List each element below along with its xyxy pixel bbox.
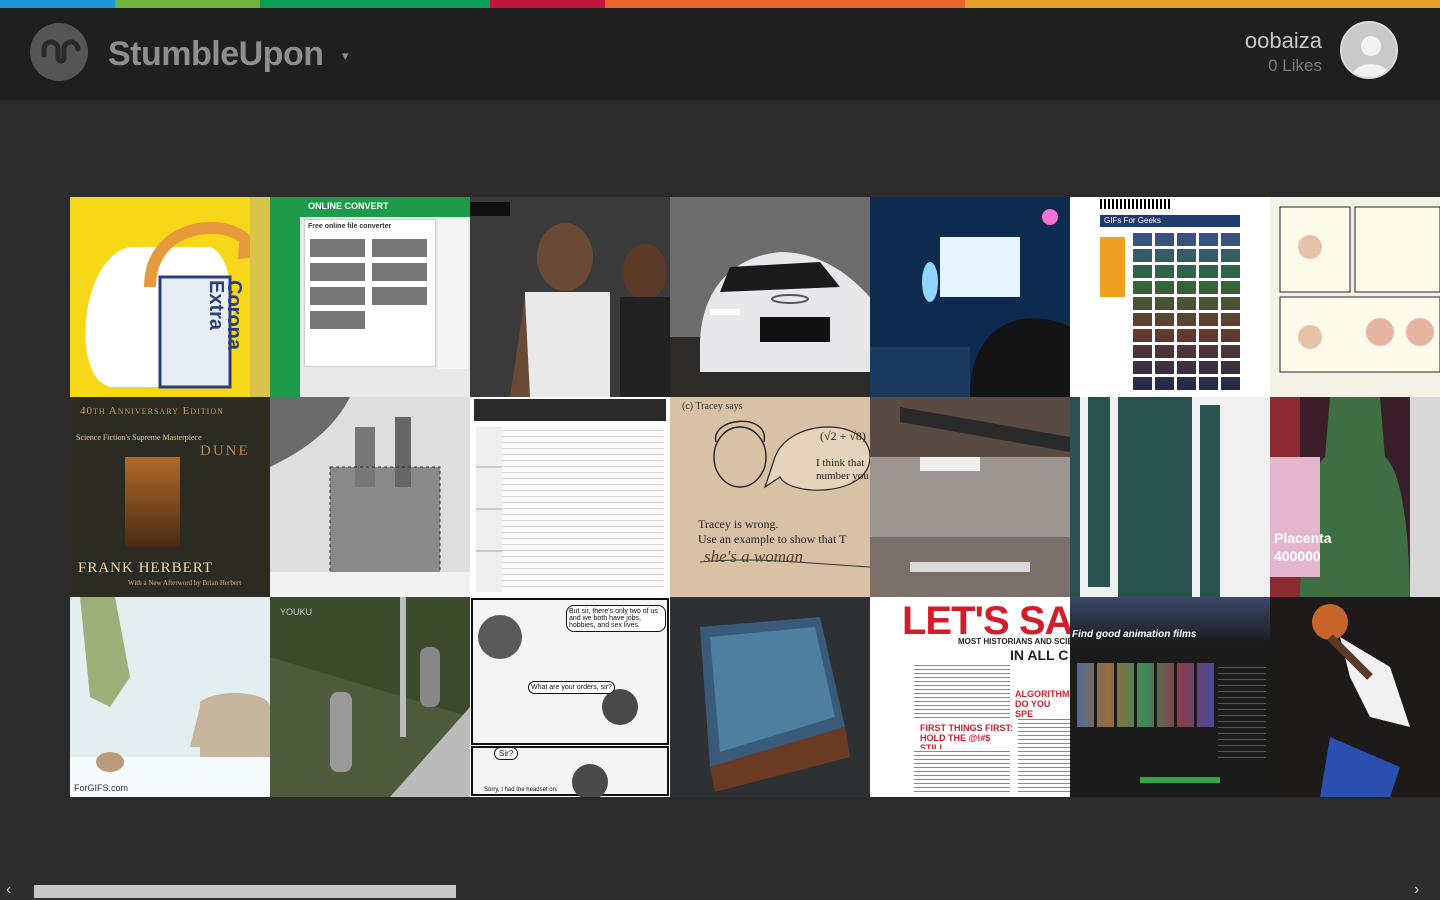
tracey-handwriting: she's a woman (704, 547, 804, 566)
tile-basketball-players[interactable] (470, 197, 670, 397)
viking-bubble4: Sorry, I had the headset on. (484, 787, 558, 793)
tracey-math: (√2 + √8) (820, 429, 866, 443)
tile-online-convert[interactable]: ONLINE CONVERT Free online file converte… (270, 197, 470, 397)
youku-label: YOUKU (280, 607, 313, 617)
lets-sub1: MOST HISTORIANS AND SCIENT (958, 637, 1070, 646)
tile-corona[interactable]: Corona Extra (70, 197, 270, 397)
convert-heading: Free online file converter (308, 223, 392, 230)
tile-circuit-table[interactable] (670, 597, 870, 797)
lets-sub2: IN ALL C (1010, 647, 1069, 663)
dune-author: FRANK HERBERT (78, 560, 214, 576)
tile-dune-book[interactable]: 40th Anniversary Edition Science Fiction… (70, 397, 270, 597)
gifs-header: GIFs For Geeks (1104, 216, 1161, 225)
tile-castle-construction[interactable] (270, 397, 470, 597)
dune-edition: 40th Anniversary Edition (80, 405, 224, 417)
brand-name[interactable]: StumbleUpon (108, 35, 324, 74)
scroll-thumb[interactable] (34, 885, 456, 898)
dune-title: DUNE (200, 443, 250, 459)
tile-audi-car[interactable] (670, 197, 870, 397)
avatar[interactable] (1340, 21, 1398, 79)
tracey-line2: Use an example to show that T (698, 532, 847, 546)
tile-forum-page[interactable] (470, 397, 670, 597)
tile-gifs-for-geeks[interactable]: GIFs For Geeks (1070, 197, 1270, 397)
tile-snow-horse[interactable]: ForGIFS.com (70, 597, 270, 797)
tile-comic[interactable] (1270, 197, 1440, 397)
color-strip (0, 0, 1440, 8)
username[interactable]: oobaiza (1245, 28, 1322, 54)
scroll-right-arrow-icon[interactable]: › (1414, 881, 1419, 899)
tile-basketball-dunk[interactable] (1270, 597, 1440, 797)
tile-computer-room[interactable] (870, 197, 1070, 397)
lets-h1: ALGORITHMS DO YOU SPE (1015, 689, 1070, 719)
tile-bottle[interactable]: Placenta 400000 (1270, 397, 1440, 597)
horizontal-scrollbar[interactable]: ‹ › (0, 880, 1440, 900)
tile-letters-in[interactable] (1070, 397, 1270, 597)
brand-menu-caret-icon[interactable]: ▾ (342, 48, 349, 64)
tile-tracey-says[interactable]: (c) Tracey says (√2 + √8) I think that n… (670, 397, 870, 597)
bottle-label: Placenta 400000 (1274, 530, 1332, 564)
animation-header: Find good animation films (1072, 629, 1197, 640)
viking-bubble3: Sir? (494, 747, 519, 760)
app-header: StumbleUpon ▾ oobaiza 0 Likes (0, 8, 1440, 100)
viking-bubble1: But sir, there's only two of us and we b… (566, 605, 666, 632)
tile-youku-video[interactable]: YOUKU (270, 597, 470, 797)
tile-desk-gadget[interactable] (870, 397, 1070, 597)
tile-animation-films[interactable]: Find good animation films (1070, 597, 1270, 797)
stumbleupon-logo-icon[interactable] (30, 23, 88, 81)
scroll-left-arrow-icon[interactable]: ‹ (6, 881, 11, 899)
tracey-bubble: I think that number you (816, 457, 869, 482)
tile-viking-comic[interactable]: But sir, there's only two of us and we b… (470, 597, 670, 797)
tile-lets-say[interactable]: LET'S SA MOST HISTORIANS AND SCIENT IN A… (870, 597, 1070, 797)
convert-brand: ONLINE CONVERT (308, 201, 389, 211)
dune-tagline: Science Fiction's Supreme Masterpiece (76, 433, 202, 442)
viking-bubble2: What are your orders, sir? (528, 681, 615, 694)
dune-note: With a New Afterword by Brian Herbert (128, 579, 242, 587)
tracey-line1: Tracey is wrong. (698, 517, 779, 531)
likes-count: 0 Likes (1268, 56, 1322, 75)
forgifs-label: ForGIFS.com (74, 783, 129, 793)
corona-label: Corona Extra (205, 280, 245, 350)
stumble-grid: Corona Extra ONLINE CONVERT Free online … (70, 197, 1440, 797)
